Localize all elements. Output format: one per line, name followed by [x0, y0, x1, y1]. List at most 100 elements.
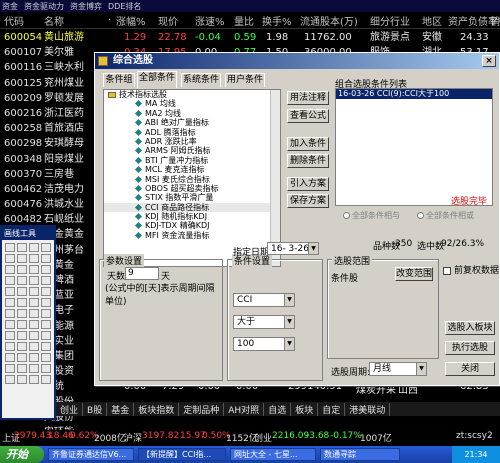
table-row[interactable]: 600054 黄山旅游 1.29 22.78 -0.04 0.59 1.98 1…: [0, 30, 500, 45]
tool-icon[interactable]: [5, 243, 15, 252]
tool-icon[interactable]: [17, 320, 27, 329]
tool-icon[interactable]: [5, 298, 15, 307]
tool-icon[interactable]: [29, 243, 39, 252]
tool-icon[interactable]: [29, 287, 39, 296]
chevron-down-icon[interactable]: ▼: [284, 316, 294, 328]
tool-icon[interactable]: [17, 342, 27, 351]
tab-b-shares[interactable]: B股: [83, 402, 108, 416]
tool-icon[interactable]: [5, 320, 15, 329]
tool-icon[interactable]: [5, 364, 15, 373]
tool-icon[interactable]: [41, 342, 51, 351]
tree-item[interactable]: MA2 均线: [104, 109, 280, 118]
add-to-board-button[interactable]: 选股入板块: [445, 321, 495, 335]
tab-funds[interactable]: 基金: [107, 402, 135, 416]
taskbar-item[interactable]: 齐鲁证券通达信V6...: [48, 448, 134, 461]
tool-icon[interactable]: [17, 254, 27, 263]
tool-icon[interactable]: [17, 243, 27, 252]
tab-watchlist[interactable]: 自选: [264, 402, 292, 416]
chevron-down-icon[interactable]: ▼: [284, 294, 294, 306]
tool-icon[interactable]: [29, 309, 39, 318]
menu-item-fund-driver[interactable]: 资金驱动力: [24, 1, 64, 12]
date-picker[interactable]: 16- 3-26 ▼: [267, 242, 319, 255]
usage-notes-button[interactable]: 用法注释: [287, 91, 329, 105]
tool-icon[interactable]: [17, 309, 27, 318]
period-select[interactable]: 月线 ▼: [369, 362, 427, 376]
tool-icon[interactable]: [5, 331, 15, 340]
tool-icon[interactable]: [29, 364, 39, 373]
indicator-tree[interactable]: 技术指标选股 MA 均线 MA2 均线 ABI 绝对广量指标 ADL 腾落指标 …: [103, 89, 281, 267]
tool-icon[interactable]: [5, 265, 15, 274]
tool-icon[interactable]: [17, 331, 27, 340]
tree-item[interactable]: ADL 腾落指标: [104, 128, 280, 137]
prerights-checkbox[interactable]: 前复权数据: [443, 263, 499, 276]
dialog-titlebar[interactable]: 综合选股 ×: [95, 53, 499, 69]
view-formula-button[interactable]: 查看公式: [287, 109, 329, 123]
tree-item[interactable]: MA 均线: [104, 99, 280, 108]
tool-icon[interactable]: [17, 298, 27, 307]
tab-hk-us-link[interactable]: 港美联动: [345, 402, 391, 416]
tab-custom-products[interactable]: 定制品种: [179, 402, 225, 416]
start-button[interactable]: 开始: [0, 446, 44, 463]
col-change-pct[interactable]: 涨幅%: [116, 13, 146, 28]
tool-icon[interactable]: [5, 375, 15, 384]
tree-item[interactable]: ARMS 阿姆氏指标: [104, 146, 280, 155]
col-region[interactable]: 地区: [422, 13, 442, 28]
tool-icon[interactable]: [41, 298, 51, 307]
chevron-down-icon[interactable]: ▼: [308, 243, 318, 254]
col-speed[interactable]: 涨速%: [195, 13, 225, 28]
tool-icon[interactable]: [41, 265, 51, 274]
taskbar-item[interactable]: 【新提醒】CCI指...: [138, 448, 226, 461]
tool-icon[interactable]: [29, 375, 39, 384]
tool-icon[interactable]: [29, 331, 39, 340]
tab-system-conditions[interactable]: 系统条件: [181, 73, 221, 87]
tool-icon[interactable]: [17, 276, 27, 285]
tool-icon[interactable]: [29, 342, 39, 351]
tree-item[interactable]: ABI 绝对广量指标: [104, 118, 280, 127]
col-industry[interactable]: 细分行业: [370, 13, 410, 28]
tool-icon[interactable]: [29, 276, 39, 285]
tool-icon[interactable]: [29, 254, 39, 263]
tool-icon[interactable]: [41, 276, 51, 285]
tool-icon[interactable]: [41, 254, 51, 263]
drawing-toolbox[interactable]: 画线工具: [0, 225, 56, 420]
menu-item-dde-rank[interactable]: DDE排名: [108, 1, 141, 12]
tool-icon[interactable]: [5, 342, 15, 351]
col-turnover[interactable]: 换手%: [262, 13, 292, 28]
tree-folder[interactable]: 技术指标选股: [104, 90, 280, 99]
col-code[interactable]: 代码: [4, 13, 24, 28]
menu-item-funds[interactable]: 资金: [2, 1, 18, 12]
condition-list-item[interactable]: 16-03-26 CCI(9):CCI大于100: [336, 89, 492, 99]
tool-icon[interactable]: [17, 353, 27, 362]
taskbar-item[interactable]: 数通寻踪: [320, 448, 400, 461]
delete-condition-button[interactable]: 删除条件: [287, 154, 329, 168]
tool-icon[interactable]: [29, 353, 39, 362]
operator-select[interactable]: 大于 ▼: [233, 315, 295, 329]
tree-scrollbar[interactable]: [270, 90, 280, 266]
tool-icon[interactable]: [41, 353, 51, 362]
tool-icon[interactable]: [17, 375, 27, 384]
tool-icon[interactable]: [5, 276, 15, 285]
tree-item[interactable]: MCL 麦克连指标: [104, 165, 280, 174]
col-sales[interactable]: 销: [490, 13, 500, 28]
radio-and[interactable]: 全部条件相与: [343, 210, 400, 221]
days-input[interactable]: 9: [125, 267, 159, 280]
tab-all-conditions[interactable]: 全部条件: [137, 71, 177, 88]
radio-or[interactable]: 全部条件相或: [417, 210, 474, 221]
tab-ah-compare[interactable]: AH对照: [224, 402, 265, 416]
tab-sector-index[interactable]: 板块指数: [134, 402, 180, 416]
tool-icon[interactable]: [17, 364, 27, 373]
tool-icon[interactable]: [17, 287, 27, 296]
close-icon[interactable]: ×: [482, 55, 496, 67]
change-range-button[interactable]: 改变范围: [395, 267, 433, 281]
tool-icon[interactable]: [29, 298, 39, 307]
run-screening-button[interactable]: 执行选股: [445, 341, 495, 355]
import-scheme-button[interactable]: 引入方案: [287, 177, 329, 191]
tab-condition-group[interactable]: 条件组: [103, 73, 135, 87]
tool-icon[interactable]: [41, 287, 51, 296]
tool-icon[interactable]: [5, 254, 15, 263]
tab-user-conditions[interactable]: 用户条件: [225, 73, 265, 87]
tool-icon[interactable]: [41, 364, 51, 373]
tab-sectors[interactable]: 板块: [291, 402, 319, 416]
indicator-select[interactable]: CCI ▼: [233, 293, 295, 307]
tool-icon[interactable]: [5, 309, 15, 318]
